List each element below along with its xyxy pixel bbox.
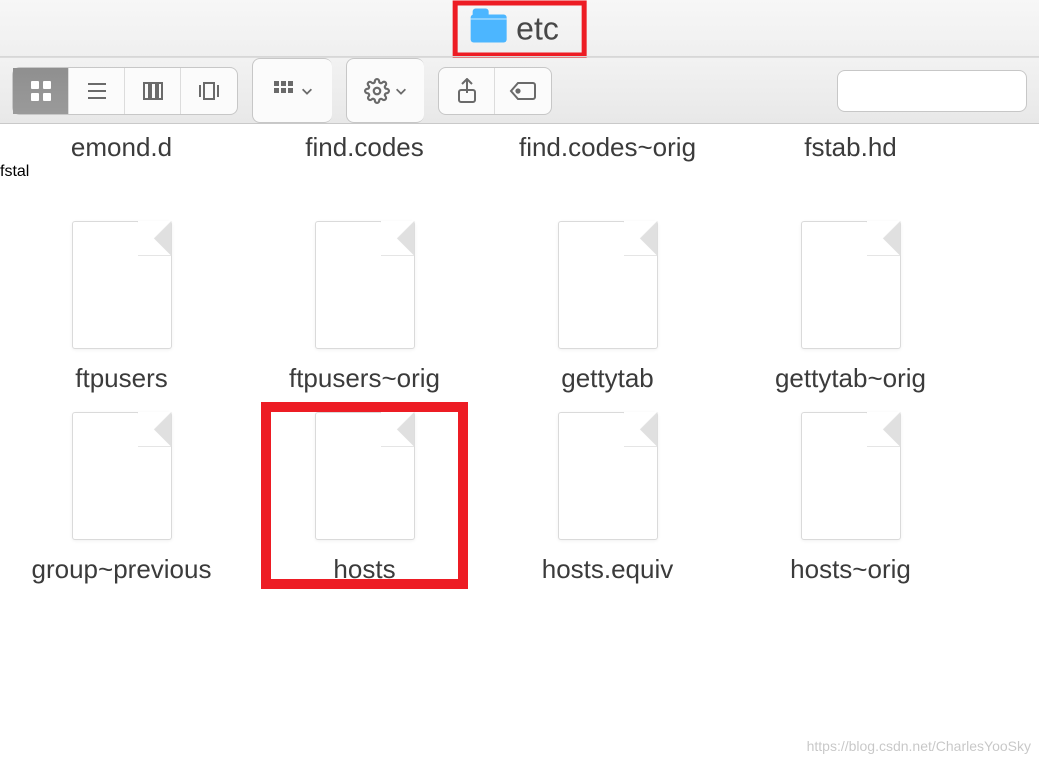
file-item[interactable]: hosts~orig [729, 412, 972, 585]
window-titlebar: etc [0, 0, 1039, 58]
file-item[interactable]: gettytab~orig [729, 221, 972, 394]
document-icon [72, 221, 172, 349]
file-item[interactable]: ftpusers~orig [243, 221, 486, 394]
file-label: group~previous [32, 554, 212, 585]
view-mode-segmented [12, 67, 238, 115]
gear-icon [364, 78, 390, 104]
file-item[interactable]: hosts.equiv [486, 412, 729, 585]
grid-icon [29, 79, 53, 103]
arrange-dropdown[interactable] [252, 58, 332, 123]
view-list-button[interactable] [69, 68, 125, 114]
chevron-down-icon [394, 84, 408, 98]
share-button[interactable] [439, 68, 495, 114]
view-column-button[interactable] [125, 68, 181, 114]
coverflow-icon [196, 79, 222, 103]
file-item-hosts[interactable]: hosts [243, 412, 486, 585]
file-label: ftpusers~orig [289, 363, 440, 394]
window-title: etc [452, 0, 587, 57]
share-icon [455, 78, 479, 104]
file-label[interactable]: find.codes [243, 132, 486, 163]
file-icon-view[interactable]: emond.d find.codes find.codes~orig fstab… [0, 124, 1039, 760]
file-label[interactable]: find.codes~orig [486, 132, 729, 163]
file-label: gettytab~orig [775, 363, 926, 394]
document-icon [558, 221, 658, 349]
file-label: ftpusers [75, 363, 168, 394]
action-dropdown[interactable] [346, 58, 424, 123]
file-item[interactable]: ftpusers [0, 221, 243, 394]
file-item[interactable]: gettytab [486, 221, 729, 394]
file-row: ftpusers ftpusers~orig gettytab gettytab… [0, 221, 1039, 394]
document-icon [558, 412, 658, 540]
search-field[interactable] [837, 70, 1027, 112]
file-label: hosts~orig [790, 554, 911, 585]
columns-icon [141, 79, 165, 103]
document-icon [801, 221, 901, 349]
document-icon [72, 412, 172, 540]
arrange-icon [272, 79, 296, 103]
document-icon [315, 412, 415, 540]
view-icon-button[interactable] [13, 68, 69, 114]
edit-tags-button[interactable] [495, 68, 551, 114]
file-row-partial: emond.d find.codes find.codes~orig fstab… [0, 124, 1039, 163]
file-label-cut[interactable]: fstal [0, 163, 29, 180]
watermark: https://blog.csdn.net/CharlesYooSky [807, 738, 1031, 754]
finder-toolbar [0, 58, 1039, 124]
folder-icon [470, 15, 506, 43]
document-icon [801, 412, 901, 540]
file-label[interactable]: emond.d [0, 132, 243, 163]
folder-name: etc [516, 10, 559, 47]
file-row: group~previous hosts hosts.equiv hosts~o… [0, 412, 1039, 585]
list-icon [85, 79, 109, 103]
file-label: hosts [333, 554, 395, 585]
file-label: hosts.equiv [542, 554, 674, 585]
chevron-down-icon [300, 84, 314, 98]
view-coverflow-button[interactable] [181, 68, 237, 114]
file-label: gettytab [561, 363, 654, 394]
share-tag-group [438, 67, 552, 115]
file-label[interactable]: fstab.hd [729, 132, 972, 163]
tag-icon [509, 80, 537, 102]
document-icon [315, 221, 415, 349]
file-item[interactable]: group~previous [0, 412, 243, 585]
